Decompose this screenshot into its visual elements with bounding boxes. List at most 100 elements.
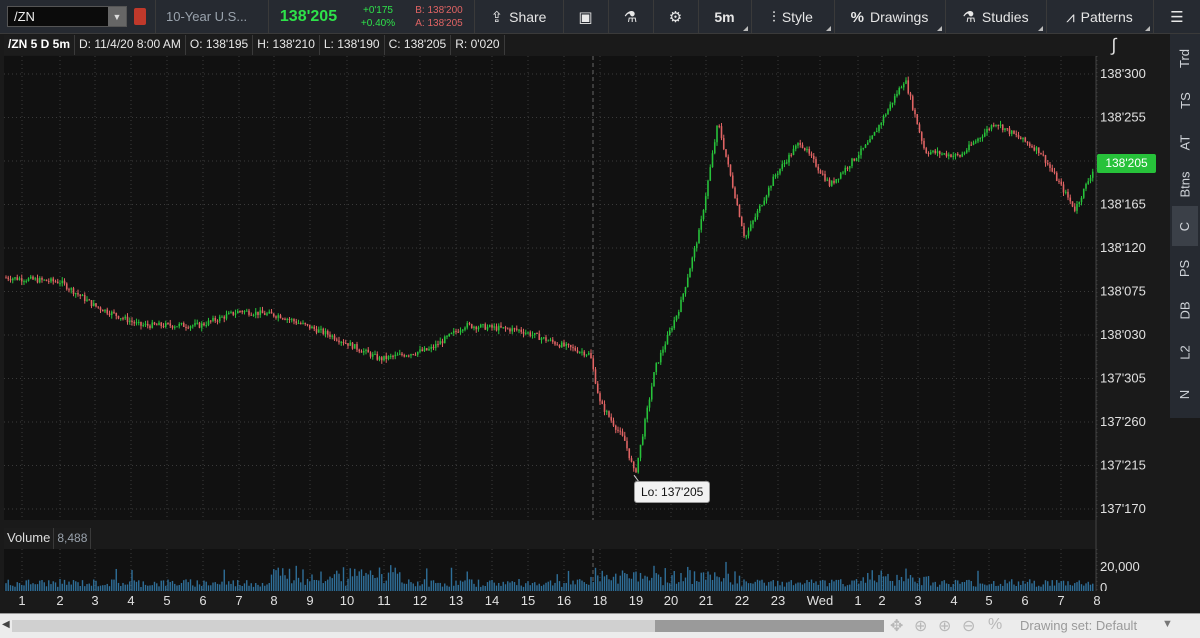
candle-body xyxy=(1062,184,1065,193)
candle-body xyxy=(356,344,358,350)
candle-body xyxy=(664,344,667,350)
time-axis-label: 7 xyxy=(235,593,243,608)
candle-body xyxy=(45,279,48,282)
style-button[interactable]: ⫶ Style xyxy=(751,0,833,34)
side-tab-btns[interactable]: Btns xyxy=(1172,164,1198,204)
candle-body xyxy=(1010,130,1013,134)
zoom-out-icon[interactable]: ⊖ xyxy=(962,616,975,636)
candle-body xyxy=(369,352,372,357)
settings-button[interactable]: ⚙ xyxy=(653,0,697,34)
candle-body xyxy=(556,344,559,346)
studies-button[interactable]: ⚗ Studies xyxy=(945,0,1045,34)
candle-body xyxy=(351,342,354,349)
chart-toolbar: /ZN ▼ 10-Year U.S... 138'205 +0'175 +0.4… xyxy=(0,0,1200,34)
candle-body xyxy=(970,144,973,146)
candle-body xyxy=(529,332,532,336)
candle-body xyxy=(284,318,286,320)
price-chart[interactable]: 138'300138'255138'210138'165138'120138'0… xyxy=(0,56,1170,591)
candle-body xyxy=(1069,197,1072,202)
volume-bar xyxy=(131,569,133,591)
volume-bar xyxy=(772,580,774,591)
candle-body xyxy=(439,341,442,345)
volume-bar xyxy=(871,570,873,591)
side-tab-ps[interactable]: PS xyxy=(1172,248,1198,288)
volume-bar xyxy=(1022,580,1024,591)
volume-bar xyxy=(970,581,972,591)
candle-body xyxy=(171,325,174,328)
volume-bar xyxy=(626,573,628,591)
chevron-down-icon[interactable]: ▼ xyxy=(1162,618,1173,630)
price-axis-label: 137'260 xyxy=(1100,414,1146,429)
flask-button[interactable]: ⚗ xyxy=(608,0,652,34)
volume-bar xyxy=(630,578,633,591)
volume-bar xyxy=(462,581,464,591)
candle-body xyxy=(187,327,190,329)
curve-settings-icon[interactable]: ∫ xyxy=(1101,34,1127,56)
candle-body xyxy=(221,316,223,318)
volume-bar xyxy=(660,576,662,591)
volume-bar xyxy=(869,579,871,591)
candle-body xyxy=(830,180,833,186)
volume-bar xyxy=(725,561,727,591)
side-tab-c[interactable]: C xyxy=(1172,206,1198,246)
volume-bar xyxy=(898,580,900,591)
side-tab-n[interactable]: N xyxy=(1172,374,1198,414)
volume-bar xyxy=(297,577,300,591)
volume-bar xyxy=(1078,580,1080,591)
candle-body xyxy=(576,350,579,353)
volume-bar xyxy=(518,579,520,591)
candle-body xyxy=(628,448,631,459)
pan-icon[interactable]: ✥ xyxy=(890,616,903,636)
candle-body xyxy=(725,149,727,157)
scroll-left-icon[interactable]: ◀ xyxy=(2,619,10,630)
candle-body xyxy=(637,457,640,473)
candle-body xyxy=(821,173,824,175)
zoom-in-icon[interactable]: ⊕ xyxy=(938,616,951,636)
drawings-button[interactable]: % Drawings xyxy=(834,0,944,34)
side-tab-trd[interactable]: Trd xyxy=(1172,38,1198,78)
volume-bar xyxy=(804,583,806,591)
candle-body xyxy=(178,323,181,327)
candle-body xyxy=(324,330,327,334)
bar-range: R: 0'020 xyxy=(451,35,505,55)
volume-bar xyxy=(675,583,678,591)
candle-body xyxy=(727,156,730,165)
time-axis-label: 11 xyxy=(377,593,391,608)
candle-body xyxy=(835,179,838,183)
candle-body xyxy=(104,309,106,312)
candle-body xyxy=(605,411,608,413)
candle-body xyxy=(515,328,518,330)
candle-body xyxy=(569,344,572,348)
symbol-selector[interactable]: /ZN ▼ xyxy=(7,6,127,27)
candle-body xyxy=(961,153,964,157)
volume-bar xyxy=(437,582,439,591)
candle-body xyxy=(1049,164,1051,168)
side-tab-db[interactable]: DB xyxy=(1172,290,1198,330)
side-tab-at[interactable]: AT xyxy=(1172,122,1198,162)
candle-body xyxy=(308,324,311,329)
volume-bar xyxy=(117,582,120,591)
crosshair-icon[interactable]: ⊕ xyxy=(914,616,927,636)
volume-bar xyxy=(572,580,574,591)
chart-info-button[interactable]: ▣ xyxy=(563,0,607,34)
candle-body xyxy=(34,278,37,280)
scrollbar-thumb[interactable] xyxy=(655,620,884,632)
timeframe-button[interactable]: 5m xyxy=(698,0,750,34)
volume-bar xyxy=(887,573,889,591)
side-tab-l2[interactable]: L2 xyxy=(1172,332,1198,372)
symbol-input[interactable]: /ZN xyxy=(8,9,108,24)
side-tab-ts[interactable]: TS xyxy=(1172,80,1198,120)
patterns-button[interactable]: ⩘ Patterns xyxy=(1046,0,1152,34)
volume-bar xyxy=(815,581,817,591)
alert-flag-icon[interactable] xyxy=(134,8,146,25)
volume-bar xyxy=(981,583,984,591)
price-axis-label: 137'305 xyxy=(1100,371,1146,386)
drawing-set-label[interactable]: Drawing set: Default xyxy=(1020,618,1137,633)
volume-bar xyxy=(459,580,462,591)
share-button[interactable]: ⇪ Share xyxy=(474,0,562,34)
percent-icon[interactable]: % xyxy=(988,616,1002,634)
menu-button[interactable]: ☰ xyxy=(1153,0,1200,34)
chevron-down-icon[interactable]: ▼ xyxy=(108,7,126,26)
volume-bar xyxy=(990,583,993,591)
price-pane[interactable] xyxy=(4,56,1096,520)
